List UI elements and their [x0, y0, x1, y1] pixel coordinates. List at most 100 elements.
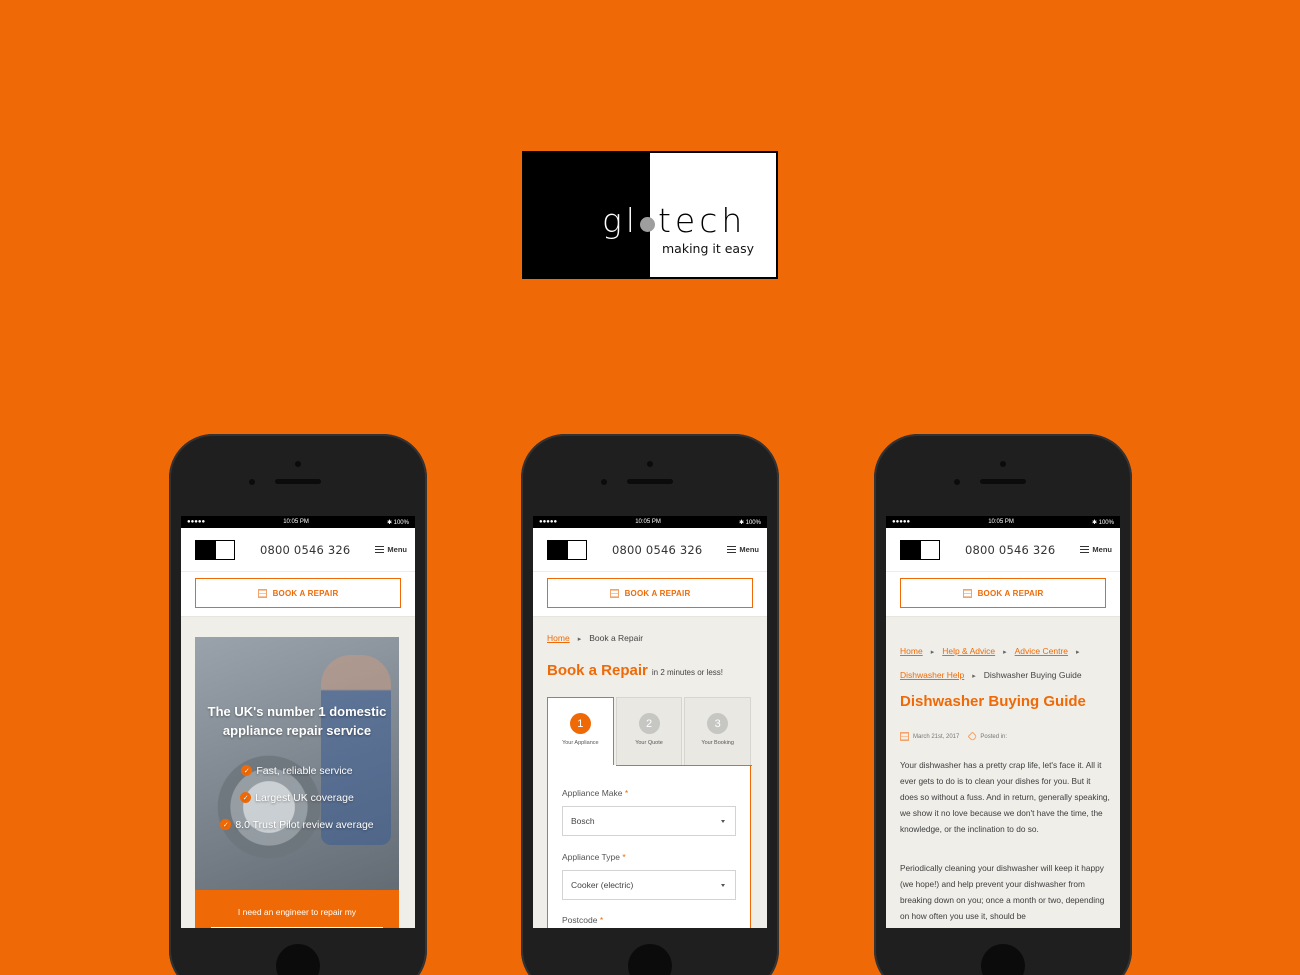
step-label: Your Booking: [701, 740, 734, 746]
screen-booking: ●●●●● 10:05 PM ✱ 100% 0800 0546 326 Menu…: [533, 516, 767, 928]
phone-booking: ●●●●● 10:05 PM ✱ 100% 0800 0546 326 Menu…: [521, 434, 779, 975]
breadcrumb-home[interactable]: Home: [900, 646, 923, 656]
header-logo[interactable]: [900, 539, 940, 560]
chevron-right-icon: ▸: [1003, 649, 1007, 656]
breadcrumb-current: Book a Repair: [589, 633, 644, 643]
book-repair-label: BOOK A REPAIR: [624, 588, 691, 598]
book-bar: BOOK A REPAIR: [533, 572, 767, 617]
hamburger-icon: [1080, 546, 1090, 553]
signal-icon: ●●●●●: [187, 519, 206, 525]
status-time: 10:05 PM: [988, 519, 1014, 525]
article-category-label: Posted in:: [980, 733, 1008, 740]
breadcrumb: Home ▸ Book a Repair: [547, 627, 643, 651]
hero-banner: The UK's number 1 domestic appliance rep…: [195, 637, 399, 928]
article-paragraph: Periodically cleaning your dishwasher wi…: [900, 863, 1105, 921]
site-header: 0800 0546 326 Menu: [886, 528, 1120, 572]
check-icon: ✓: [240, 792, 252, 803]
home-button[interactable]: [981, 944, 1025, 975]
book-bar: BOOK A REPAIR: [886, 572, 1120, 617]
header-logo[interactable]: [547, 539, 587, 560]
calendar-icon: [962, 588, 972, 598]
screen-article: ●●●●● 10:05 PM ✱ 100% 0800 0546 326 Menu…: [886, 516, 1120, 928]
breadcrumb-dishwasher-help[interactable]: Dishwasher Help: [900, 670, 964, 680]
hamburger-icon: [727, 546, 737, 553]
appliance-make-select[interactable]: Bosch: [562, 806, 736, 836]
menu-button[interactable]: Menu: [1080, 545, 1112, 554]
book-repair-button[interactable]: BOOK A REPAIR: [547, 578, 753, 608]
logo-tagline: making it easy: [662, 241, 754, 256]
chevron-right-icon: ▸: [930, 649, 935, 656]
article-title: Dishwasher Buying Guide: [900, 693, 1086, 710]
status-bar: ●●●●● 10:05 PM ✱ 100%: [533, 516, 767, 528]
battery-icon: ✱ 100%: [1091, 519, 1114, 526]
status-bar: ●●●●● 10:05 PM ✱ 100%: [886, 516, 1120, 528]
status-time: 10:05 PM: [283, 519, 309, 525]
chevron-right-icon: ▸: [1076, 649, 1080, 656]
hamburger-icon: [375, 546, 385, 553]
chevron-right-icon: ▸: [972, 673, 976, 680]
calendar-icon: [609, 588, 619, 598]
calendar-icon: [900, 732, 909, 741]
header-phone-number[interactable]: 0800 0546 326: [587, 543, 727, 557]
check-icon: ✓: [241, 765, 253, 776]
step-booking[interactable]: 3 Your Booking: [684, 697, 752, 765]
step-quote[interactable]: 2 Your Quote: [615, 697, 683, 765]
book-bar: BOOK A REPAIR: [181, 572, 415, 617]
header-logo[interactable]: [195, 539, 235, 560]
speaker-grille: [980, 479, 1026, 484]
breadcrumb-home[interactable]: Home: [547, 633, 570, 643]
repair-cta-label: I need an engineer to repair my: [237, 907, 357, 917]
appliance-make-label: Appliance Make *: [562, 788, 629, 798]
menu-label: Menu: [387, 545, 407, 554]
signal-icon: ●●●●●: [892, 519, 911, 525]
article-paragraph: Your dishwasher has a pretty crap life, …: [900, 760, 1110, 834]
hero-feature-list: ✓ Fast, reliable service ✓ Largest UK cove…: [195, 757, 399, 838]
book-repair-label: BOOK A REPAIR: [977, 588, 1044, 598]
step-number: 3: [707, 713, 729, 734]
menu-button[interactable]: Menu: [375, 545, 407, 554]
step-appliance[interactable]: 1 Your Appliance: [547, 697, 614, 765]
breadcrumb-advice-centre[interactable]: Advice Centre: [1015, 646, 1068, 656]
hero-title: The UK's number 1 domestic appliance rep…: [207, 704, 387, 738]
breadcrumb-help-advice[interactable]: Help & Advice: [942, 646, 995, 656]
logo-wordmark: gl tech: [602, 201, 746, 240]
book-repair-button[interactable]: BOOK A REPAIR: [195, 578, 401, 608]
logo-word-left: gl: [602, 201, 639, 240]
appliance-make-value: Bosch: [571, 816, 595, 826]
home-button[interactable]: [628, 944, 672, 975]
appliance-type-value: Cooker (electric): [571, 880, 634, 890]
appliance-type-select[interactable]: Cooker (electric): [562, 870, 736, 900]
site-header: 0800 0546 326 Menu: [533, 528, 767, 572]
screen-home: ●●●●● 10:05 PM ✱ 100% 0800 0546 326 Menu…: [181, 516, 415, 928]
phone-article: ●●●●● 10:05 PM ✱ 100% 0800 0546 326 Menu…: [874, 434, 1132, 975]
glotech-logo: gl tech making it easy: [522, 151, 778, 279]
appliance-form: Appliance Make * Bosch Appliance Type * …: [547, 765, 752, 928]
page-subtitle: in 2 minutes or less!: [651, 668, 724, 677]
sensor-icon: [954, 479, 960, 485]
speaker-grille: [275, 479, 321, 484]
breadcrumb-current: Dishwasher Buying Guide: [983, 670, 1082, 680]
check-icon: ✓: [220, 819, 232, 830]
tag-icon: [967, 731, 978, 742]
appliance-type-label: Appliance Type *: [562, 852, 626, 862]
header-phone-number[interactable]: 0800 0546 326: [235, 543, 375, 557]
step-label: Your Quote: [635, 740, 663, 746]
menu-label: Menu: [1092, 545, 1112, 554]
home-button[interactable]: [276, 944, 320, 975]
repair-cta[interactable]: I need an engineer to repair my: [195, 890, 399, 928]
feature-item: ✓ Largest UK coverage: [195, 784, 399, 811]
article-date: March 21st, 2017: [913, 733, 960, 740]
breadcrumb: Home ▸ Help & Advice ▸ Advice Centre ▸ Dishwas…: [900, 640, 1106, 688]
status-bar: ●●●●● 10:05 PM ✱ 100%: [181, 516, 415, 528]
feature-item: ✓ 8.0 Trust Pilot review average: [195, 811, 399, 838]
battery-icon: ✱ 100%: [738, 519, 761, 526]
sensor-icon: [601, 479, 607, 485]
phone-home: ●●●●● 10:05 PM ✱ 100% 0800 0546 326 Menu…: [169, 434, 427, 975]
menu-button[interactable]: Menu: [727, 545, 759, 554]
header-phone-number[interactable]: 0800 0546 326: [940, 543, 1080, 557]
step-number: 2: [638, 713, 660, 734]
caret-down-icon: [721, 820, 725, 823]
signal-icon: ●●●●●: [539, 519, 558, 525]
book-repair-button[interactable]: BOOK A REPAIR: [900, 578, 1106, 608]
logo-word-right: tech: [657, 201, 747, 240]
